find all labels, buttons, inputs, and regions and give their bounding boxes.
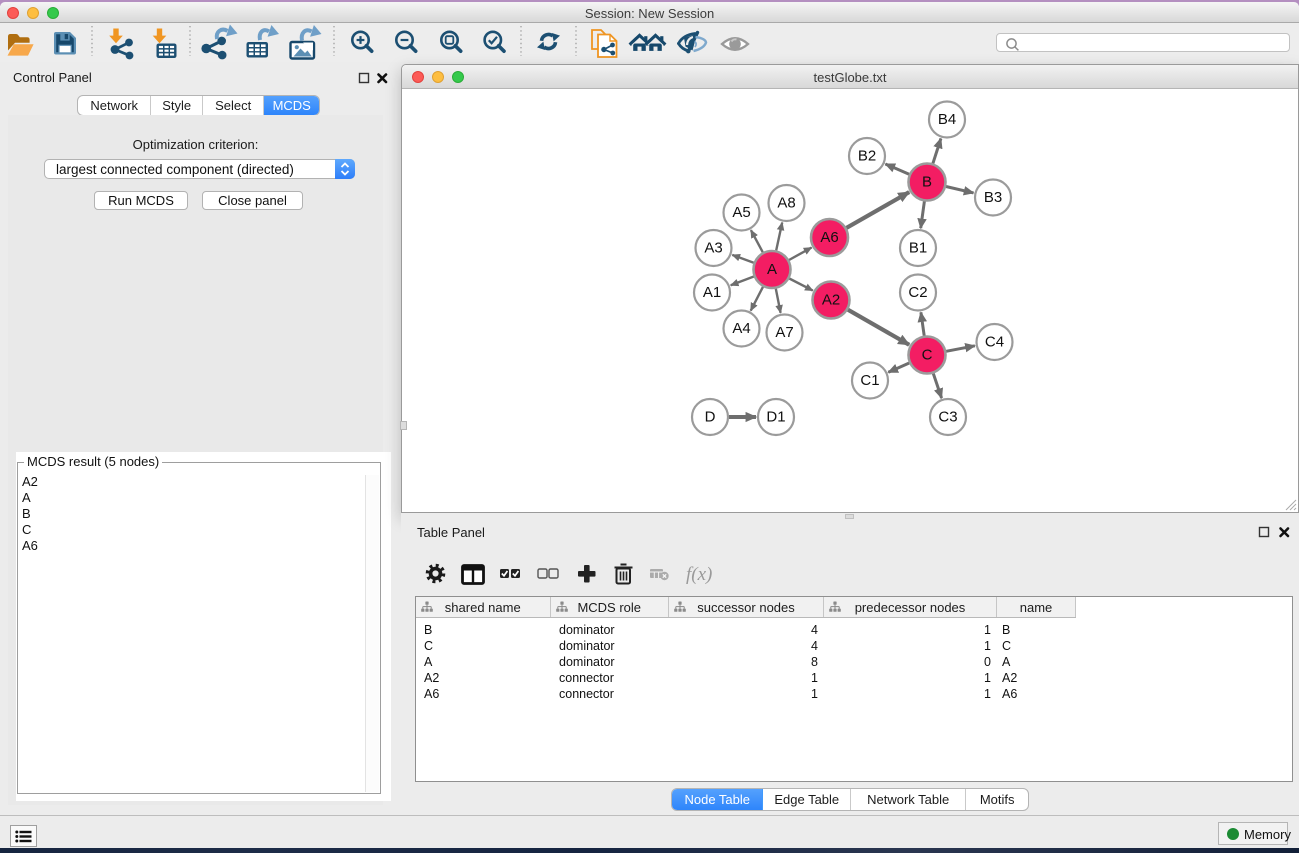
svg-text:B4: B4: [938, 111, 956, 128]
svg-text:A8: A8: [777, 195, 795, 212]
svg-text:A4: A4: [732, 320, 750, 337]
svg-text:C: C: [922, 347, 933, 364]
svg-text:A2: A2: [822, 292, 840, 309]
svg-text:C1: C1: [860, 372, 879, 389]
svg-text:A1: A1: [703, 284, 721, 301]
svg-text:B: B: [922, 174, 932, 191]
svg-text:A5: A5: [732, 204, 750, 221]
svg-text:A7: A7: [775, 324, 793, 341]
svg-text:f(x): f(x): [686, 564, 712, 585]
svg-text:C2: C2: [908, 284, 927, 301]
svg-text:C3: C3: [938, 409, 957, 426]
svg-text:B3: B3: [984, 189, 1002, 206]
svg-text:A6: A6: [820, 229, 838, 246]
svg-text:A: A: [767, 261, 777, 278]
svg-text:B1: B1: [909, 240, 927, 257]
svg-text:C4: C4: [985, 334, 1004, 351]
svg-text:D1: D1: [766, 409, 785, 426]
svg-text:A3: A3: [704, 240, 722, 257]
svg-text:B2: B2: [858, 148, 876, 165]
svg-text:D: D: [705, 409, 716, 426]
